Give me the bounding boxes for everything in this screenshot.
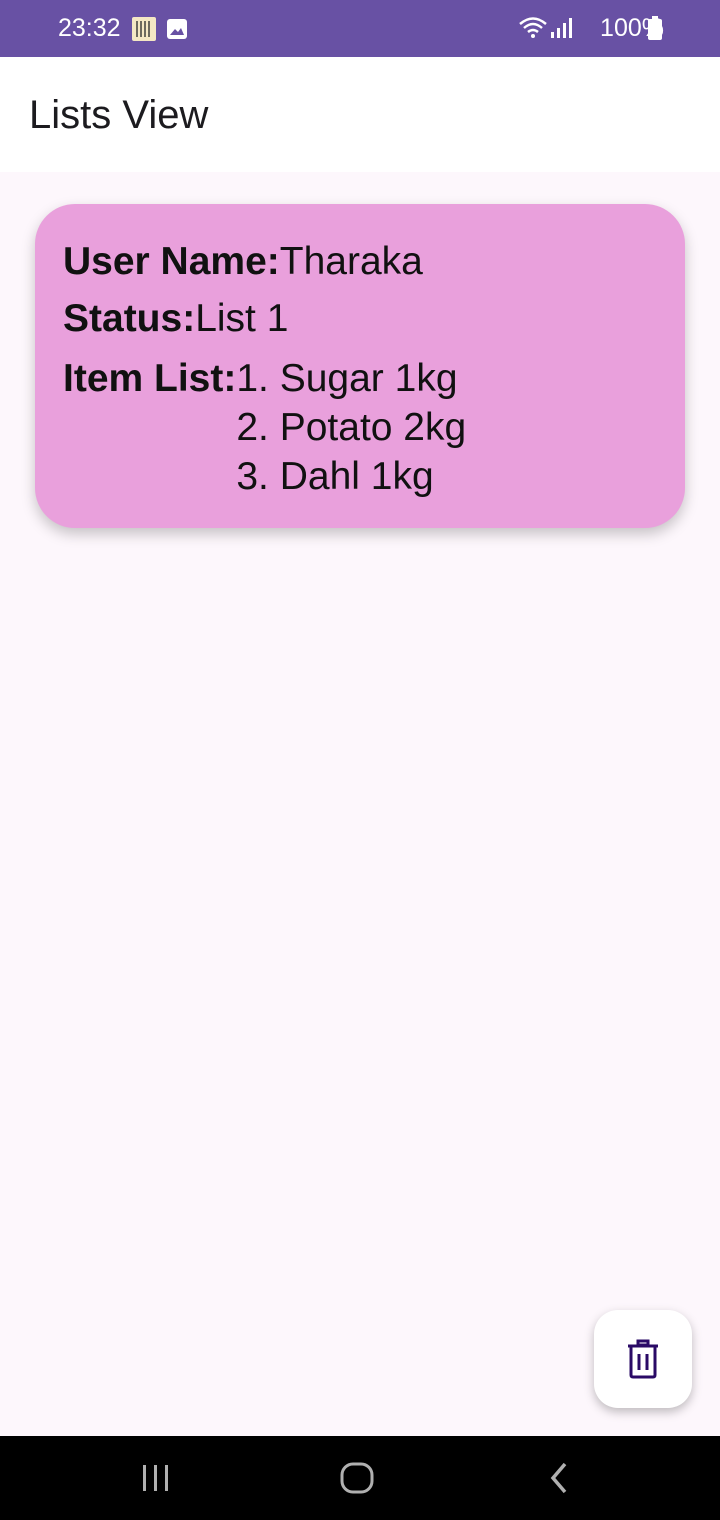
- trash-icon: [628, 1339, 658, 1379]
- wifi-icon: [519, 17, 547, 38]
- back-icon: [550, 1462, 567, 1494]
- recents-button[interactable]: [96, 1436, 216, 1520]
- item-list: 1. Sugar 1kg 2. Potato 2kg 3. Dahl 1kg: [236, 354, 466, 501]
- status-bar: 23:32 100%: [0, 0, 720, 57]
- status-label: Status:: [63, 297, 196, 340]
- list-item: 2. Potato 2kg: [236, 406, 467, 449]
- user-name-value: Tharaka: [279, 240, 423, 283]
- status-time: 23:32: [58, 14, 121, 42]
- back-button[interactable]: [499, 1436, 619, 1520]
- qr-notification-icon: [132, 17, 156, 41]
- list-card[interactable]: User Name:Tharaka Status:List 1 Item Lis…: [35, 204, 685, 528]
- list-item: 1. Sugar 1kg: [236, 357, 458, 400]
- home-icon: [340, 1462, 374, 1494]
- status-value: List 1: [195, 297, 289, 340]
- list-item: 3. Dahl 1kg: [236, 455, 434, 498]
- recents-icon: [143, 1465, 168, 1491]
- signal-icon: [551, 18, 572, 38]
- item-list-label: Item List:: [63, 357, 237, 400]
- page-title: Lists View: [29, 93, 209, 137]
- image-notification-icon: [167, 19, 187, 39]
- user-name-label: User Name:: [63, 240, 280, 283]
- status-row: Status:List 1: [63, 297, 288, 341]
- delete-button[interactable]: [594, 1310, 692, 1408]
- item-list-row: Item List: 1. Sugar 1kg 2. Potato 2kg 3.…: [63, 354, 466, 501]
- user-name-row: User Name:Tharaka: [63, 240, 423, 284]
- home-button[interactable]: [297, 1436, 417, 1520]
- navigation-bar: [0, 1436, 720, 1520]
- app-bar: Lists View: [0, 57, 720, 172]
- battery-icon: [648, 16, 662, 40]
